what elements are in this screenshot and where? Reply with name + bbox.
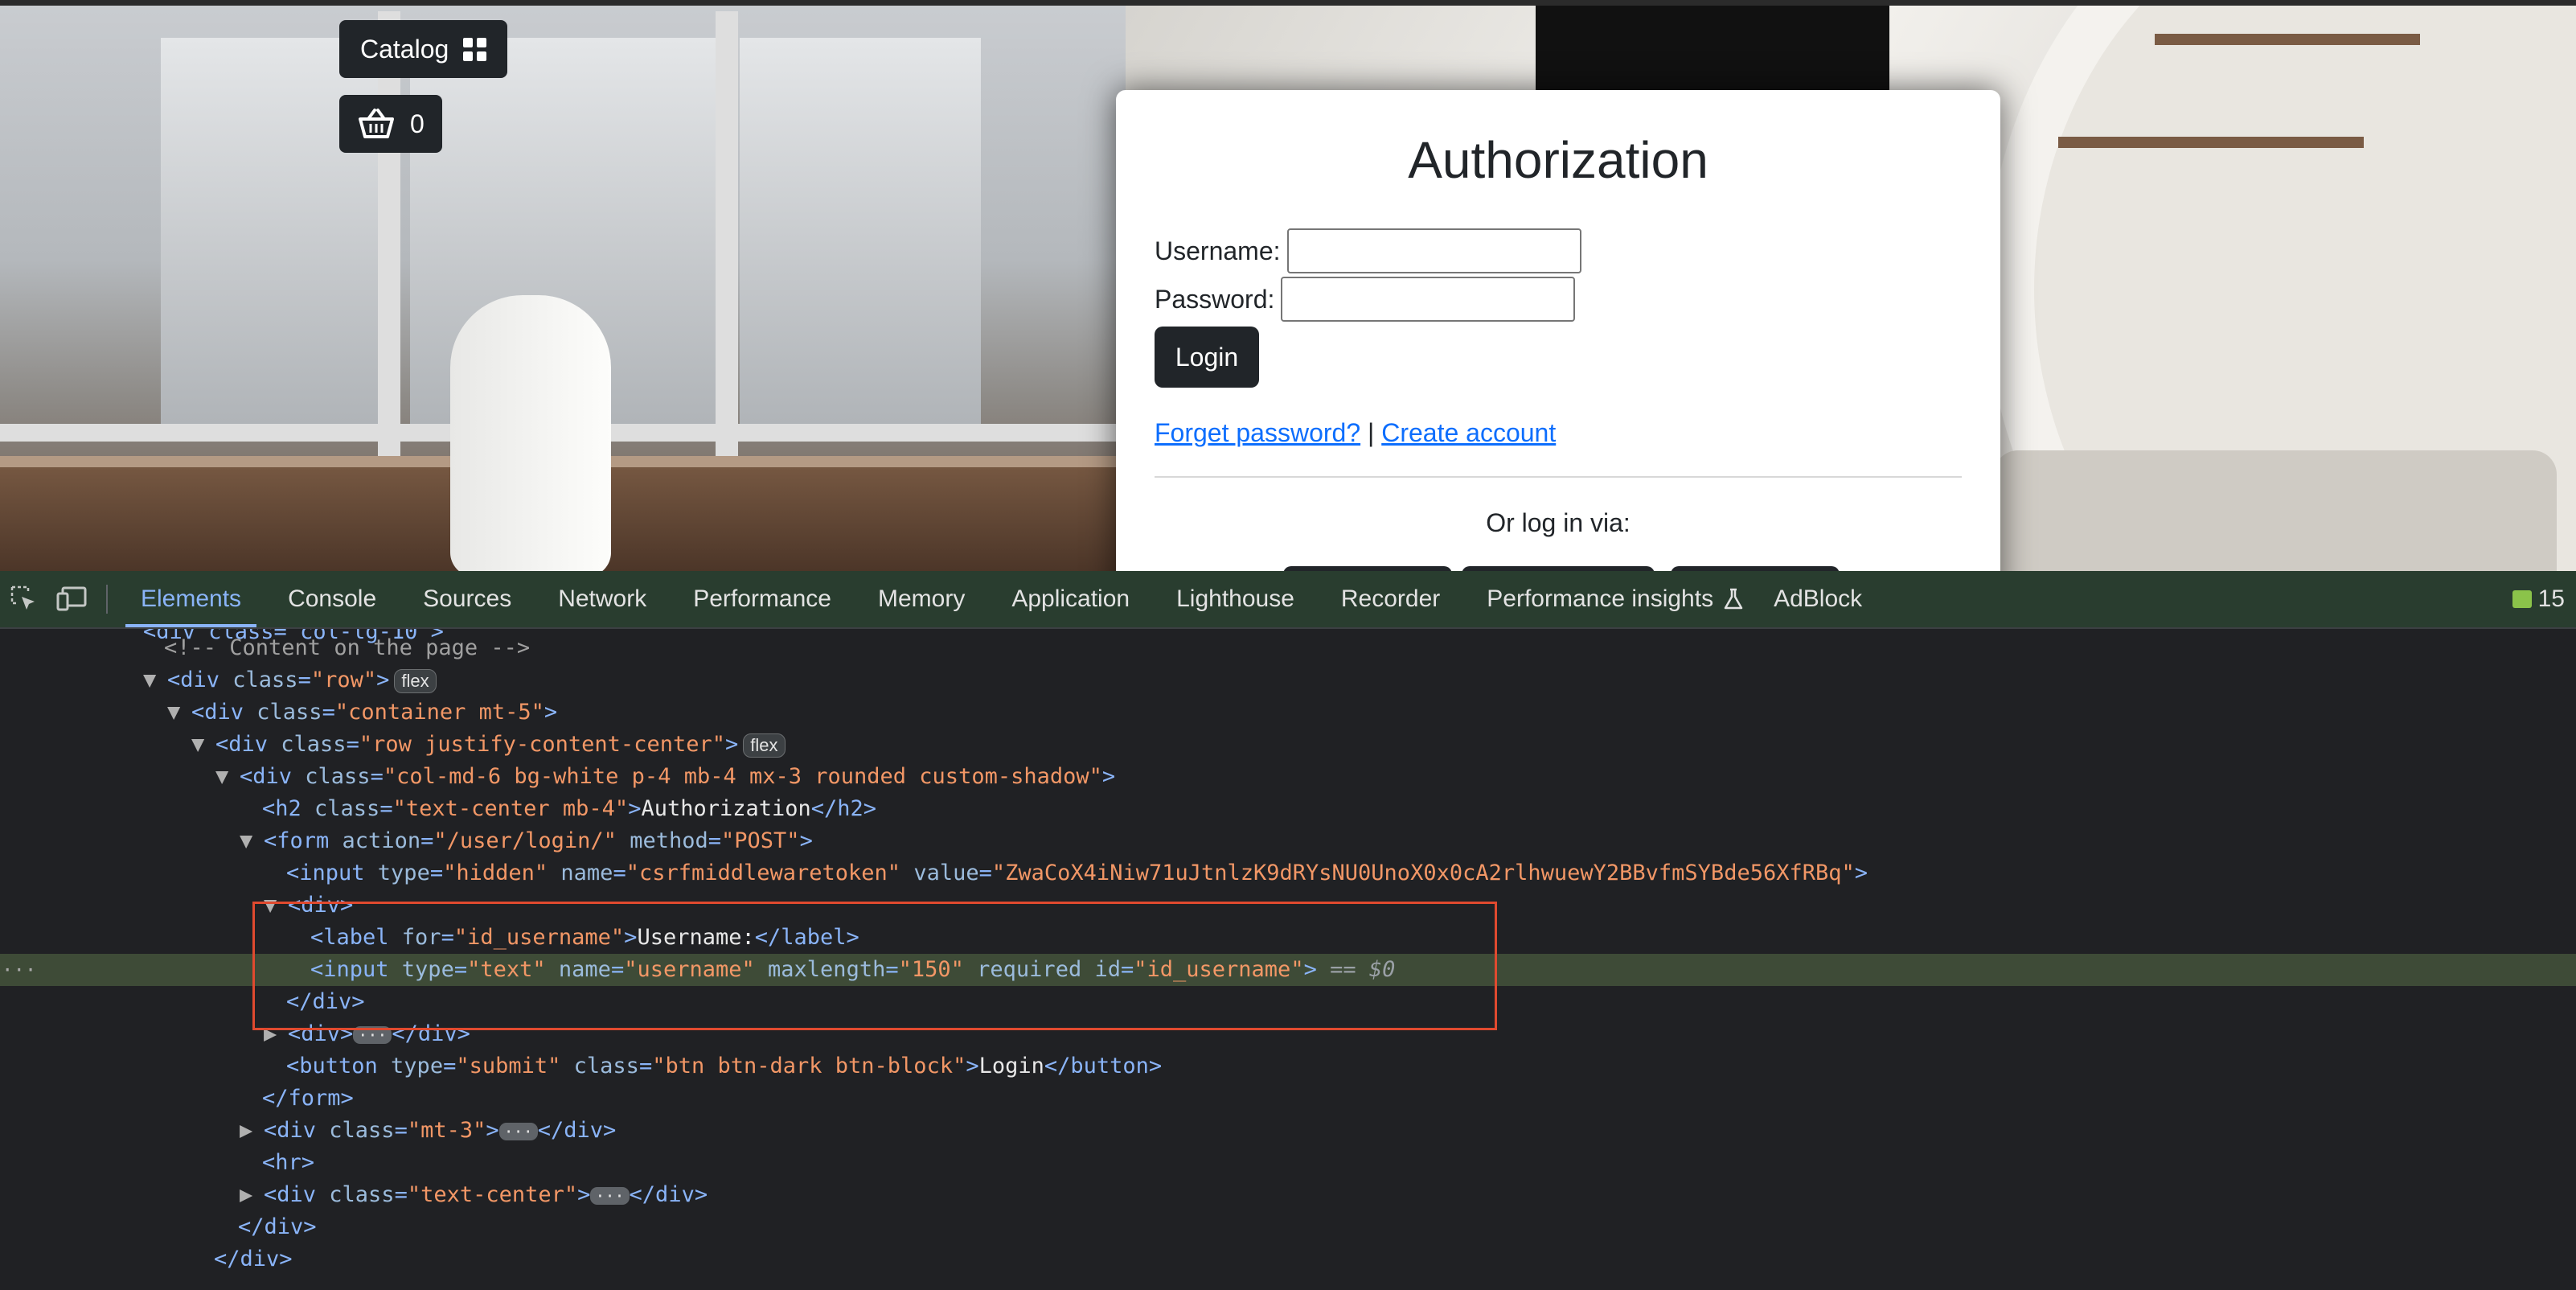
window-mullion (716, 11, 738, 462)
divider (1155, 476, 1962, 478)
password-input[interactable] (1281, 277, 1576, 322)
catalog-button[interactable]: Catalog (339, 20, 508, 78)
page-viewport: Catalog 0 Authorization Username: Passwo… (0, 0, 2576, 571)
dom-node[interactable]: </div> (238, 1211, 2576, 1243)
dom-node[interactable]: ▶ <div class="mt-3"> ··· </div> (240, 1115, 2576, 1147)
tab-console[interactable]: Console (265, 571, 400, 627)
cart-count: 0 (410, 109, 425, 138)
dom-node[interactable]: <hr> (262, 1147, 2576, 1179)
collapsed-ellipsis: ··· (353, 1025, 392, 1044)
forgot-password-link[interactable]: Forget password? (1155, 418, 1360, 447)
issues-counter[interactable]: 15 (2512, 571, 2565, 627)
social-login-button[interactable] (1283, 566, 1452, 571)
inspect-element-icon[interactable] (0, 575, 48, 623)
link-separator: | (1368, 418, 1375, 447)
dom-node[interactable]: <input type="hidden" name="csrfmiddlewar… (286, 857, 2576, 889)
social-login-button[interactable] (1462, 566, 1655, 571)
tab-network[interactable]: Network (535, 571, 670, 627)
more-options-icon[interactable]: ··· (2, 954, 36, 986)
collapsed-ellipsis: ··· (590, 1186, 630, 1205)
dom-node[interactable]: ▼ <form action="/user/login/" method="POS… (240, 825, 2576, 857)
dom-node[interactable]: ▶ <div> ··· </div> (264, 1018, 2576, 1050)
login-button[interactable]: Login (1155, 327, 1259, 388)
message-icon (2512, 590, 2532, 608)
dom-node[interactable]: </form> (262, 1083, 2576, 1115)
tab-performance[interactable]: Performance (670, 571, 855, 627)
dom-node[interactable]: ▼ <div class="row"> flex (143, 664, 2576, 696)
username-row: Username: (1155, 228, 1581, 273)
social-login-button[interactable] (1671, 566, 1840, 571)
dom-node[interactable]: </div> (286, 986, 2576, 1018)
tab-recorder[interactable]: Recorder (1318, 571, 1463, 627)
dom-node[interactable]: <button type="submit" class="btn btn-dar… (286, 1050, 2576, 1083)
dom-node[interactable]: ▼ <div class="col-md-6 bg-white p-4 mb-4 … (215, 761, 2576, 793)
password-row: Password: (1155, 277, 1576, 322)
flask-icon (1724, 588, 1743, 610)
wall-shelf (2058, 137, 2364, 148)
dom-node[interactable]: </div> (214, 1243, 2576, 1276)
dom-node[interactable]: ▼ <div class="row justify-content-center"… (191, 729, 2576, 761)
collapsed-ellipsis: ··· (498, 1122, 538, 1140)
create-account-link[interactable]: Create account (1381, 418, 1556, 447)
issues-count: 15 (2537, 585, 2565, 612)
username-label: Username: (1155, 236, 1281, 265)
auth-title: Authorization (1408, 131, 1708, 189)
dom-node[interactable]: ▼ <div class="container mt-5"> (167, 696, 2576, 729)
browser-top-edge (0, 0, 2576, 6)
tab-performance-insights-label: Performance insights (1487, 585, 1714, 612)
password-label: Password: (1155, 284, 1275, 314)
dom-node-selected[interactable]: ··· <input type="text" name="username" ma… (0, 954, 2576, 986)
wall-shelf (2155, 34, 2420, 45)
tab-adblock[interactable]: AdBlock (1750, 571, 1885, 627)
catalog-label: Catalog (360, 34, 449, 64)
dom-node[interactable]: <h2 class="text-center mb-4">Authorizati… (262, 793, 2576, 825)
devtools-toolbar: Elements Console Sources Network Perform… (0, 571, 2576, 629)
or-login-text: Or log in via: (1486, 508, 1631, 537)
flex-badge: flex (743, 733, 786, 758)
username-input[interactable] (1286, 228, 1581, 273)
tab-performance-insights[interactable]: Performance insights (1463, 571, 1750, 627)
window-mullion (378, 11, 400, 462)
device-toolbar-icon[interactable] (48, 575, 96, 623)
toolbar-separator (106, 585, 108, 614)
authorization-card: Authorization Username: Password: Login … (1116, 90, 2000, 571)
tab-elements[interactable]: Elements (117, 571, 265, 627)
tab-application[interactable]: Application (988, 571, 1153, 627)
dom-node[interactable]: ▶ <div class="text-center"> ··· </div> (240, 1179, 2576, 1211)
dom-tree: <div class="col-lg-10"> <!-- Content on … (0, 629, 2576, 1290)
office-background-left (0, 6, 1126, 571)
grid-icon (463, 37, 487, 61)
basket-icon (359, 109, 394, 138)
dom-comment[interactable]: <!-- Content on the page --> (164, 632, 2576, 664)
tv-screen (1536, 6, 1889, 102)
tab-sources[interactable]: Sources (400, 571, 535, 627)
dom-node[interactable]: ▼ <div> (264, 889, 2576, 922)
tab-lighthouse[interactable]: Lighthouse (1153, 571, 1318, 627)
tab-memory[interactable]: Memory (855, 571, 988, 627)
dom-node[interactable]: <label for="id_username">Username:</labe… (310, 922, 2576, 954)
cart-button[interactable]: 0 (339, 95, 442, 153)
devtools-panel: Elements Console Sources Network Perform… (0, 571, 2576, 1290)
auth-links: Forget password? | Create account (1155, 418, 1556, 448)
flex-badge: flex (394, 668, 437, 693)
sofa (1994, 450, 2557, 571)
window-view (740, 38, 981, 440)
office-chair (450, 295, 611, 571)
